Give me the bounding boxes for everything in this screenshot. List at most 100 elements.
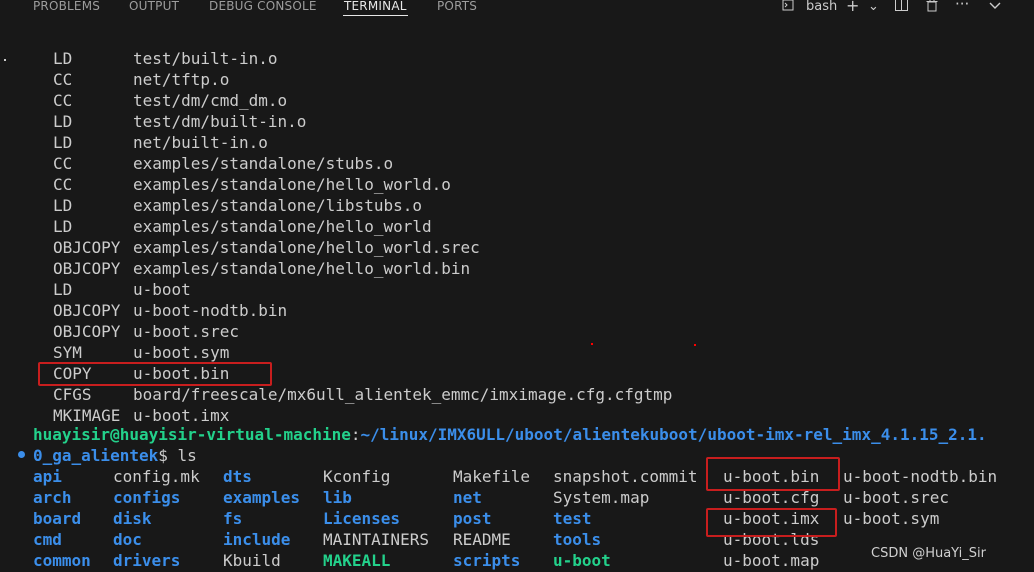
build-step-target: examples/standalone/libstubs.o: [133, 196, 422, 215]
prompt-path: ~/linux/IMX6ULL/uboot/alientekuboot/uboo…: [360, 425, 987, 444]
ls-entry-dir: common: [33, 551, 91, 570]
collapse-panel-chevron-icon[interactable]: [989, 0, 1001, 14]
tab-ports[interactable]: PORTS: [437, 0, 477, 13]
ls-entry-dir: examples: [223, 488, 301, 507]
build-step-target: board/freescale/mx6ull_alientek_emmc/imx…: [133, 385, 673, 404]
build-line: LD net/built-in.o: [53, 132, 268, 153]
ls-entry-file: Kbuild: [223, 551, 281, 570]
build-step-target: test/dm/cmd_dm.o: [133, 91, 288, 110]
build-step-type: LD: [53, 112, 73, 131]
ls-entry-file: u-boot-nodtb.bin: [843, 467, 998, 486]
ls-entry-dir: lib: [323, 488, 352, 507]
active-tab-indicator: [343, 15, 408, 16]
build-line: CC examples/standalone/stubs.o: [53, 153, 393, 174]
prompt-line-2: 0_ga_alientek$ ls: [33, 445, 197, 466]
build-line: MKIMAGE u-boot.imx: [53, 405, 229, 426]
kill-terminal-trash-icon[interactable]: [926, 0, 938, 16]
build-step-type: CC: [53, 91, 73, 110]
ls-entry-file: u-boot.srec: [843, 488, 949, 507]
ls-entry-dir: net: [453, 488, 482, 507]
build-step-type: LD: [53, 196, 73, 215]
build-step-type: OBJCOPY: [53, 322, 121, 341]
build-line: CC test/dm/cmd_dm.o: [53, 90, 287, 111]
prompt-line-1: huayisir@huayisir-virtual-machine:~/linu…: [33, 424, 987, 445]
ls-entry-dir: arch: [33, 488, 72, 507]
scroll-marker: [4, 59, 6, 61]
ls-entry-dir: tools: [553, 530, 602, 549]
ls-entry-exe: MAKEALL: [323, 551, 391, 570]
build-step-type: OBJCOPY: [53, 301, 121, 320]
build-line: LD u-boot: [53, 279, 191, 300]
build-step-type: CC: [53, 70, 73, 89]
terminal-output[interactable]: LD test/built-in.o CC net/tftp.o CC test/dm/c…: [0, 17, 1034, 572]
build-line: LD test/built-in.o: [53, 48, 278, 69]
tab-debug-console[interactable]: DEBUG CONSOLE: [209, 0, 317, 13]
ls-entry-file: System.map: [553, 488, 650, 507]
build-line: CC net/tftp.o: [53, 69, 229, 90]
prompt-user-host: huayisir@huayisir-virtual-machine: [33, 425, 351, 444]
ls-entry-dir: drivers: [113, 551, 181, 570]
ls-entry-dir: api: [33, 467, 62, 486]
ls-entry-file: u-boot.sym: [843, 509, 940, 528]
watermark: CSDN @HuaYi_Sir: [871, 546, 986, 561]
highlight-box-u-boot-imx: [706, 508, 837, 537]
build-line: SYM u-boot.sym: [53, 342, 229, 363]
new-terminal-dropdown-chevron-icon[interactable]: ⌄: [868, 0, 879, 14]
build-step-target: examples/standalone/hello_world.srec: [133, 238, 480, 257]
ls-entry-file: README: [453, 530, 511, 549]
build-step-type: CFGS: [53, 385, 92, 404]
build-line: LD examples/standalone/hello_world: [53, 216, 432, 237]
panel-tab-bar: PROBLEMS OUTPUT DEBUG CONSOLE TERMINAL P…: [0, 0, 1034, 17]
build-step-target: examples/standalone/hello_world.bin: [133, 259, 471, 278]
build-step-type: LD: [53, 49, 73, 68]
build-line: CFGS board/freescale/mx6ull_alientek_emmc…: [53, 384, 672, 405]
ls-entry-exe: u-boot: [553, 551, 611, 570]
build-step-type: LD: [53, 280, 73, 299]
tab-problems[interactable]: PROBLEMS: [33, 0, 100, 13]
build-line: OBJCOPY u-boot-nodtb.bin: [53, 300, 287, 321]
build-step-target: net/tftp.o: [133, 70, 230, 89]
build-step-type: CC: [53, 175, 73, 194]
new-terminal-plus-icon[interactable]: +: [846, 0, 859, 15]
build-line: LD test/dm/built-in.o: [53, 111, 306, 132]
build-step-target: test/built-in.o: [133, 49, 278, 68]
build-step-type: SYM: [53, 343, 82, 362]
build-step-target: examples/standalone/stubs.o: [133, 154, 394, 173]
terminal-icon: [782, 0, 794, 15]
build-line: LD examples/standalone/libstubs.o: [53, 195, 422, 216]
build-step-type: LD: [53, 217, 73, 236]
build-step-type: OBJCOPY: [53, 259, 121, 278]
build-line: OBJCOPY u-boot.srec: [53, 321, 239, 342]
build-step-type: CC: [53, 154, 73, 173]
tab-terminal[interactable]: TERMINAL: [344, 0, 407, 13]
ls-entry-file: Makefile: [453, 467, 531, 486]
ls-entry-dir: test: [553, 509, 592, 528]
ls-entry-dir: include: [223, 530, 291, 549]
ls-entry-dir: doc: [113, 530, 142, 549]
build-step-target: examples/standalone/hello_world.o: [133, 175, 451, 194]
command-decoration-dot-icon[interactable]: [18, 451, 25, 458]
ls-entry-dir: board: [33, 509, 82, 528]
ls-entry-dir: Licenses: [323, 509, 401, 528]
shell-selector[interactable]: bash: [806, 0, 837, 14]
ls-entry-file: config.mk: [113, 467, 200, 486]
prompt-separator: :: [350, 425, 361, 444]
build-step-type: LD: [53, 133, 73, 152]
ls-entry-dir: cmd: [33, 530, 62, 549]
build-line: OBJCOPY examples/standalone/hello_world.s…: [53, 237, 480, 258]
build-step-target: test/dm/built-in.o: [133, 112, 307, 131]
prompt-path-continued: 0_ga_alientek: [33, 446, 159, 465]
tab-output[interactable]: OUTPUT: [129, 0, 179, 13]
build-step-type: OBJCOPY: [53, 238, 121, 257]
ls-entry-file: Kconfig: [323, 467, 391, 486]
build-step-target: u-boot.sym: [133, 343, 230, 362]
build-step-target: net/built-in.o: [133, 133, 268, 152]
build-step-target: examples/standalone/hello_world: [133, 217, 432, 236]
split-terminal-icon[interactable]: [895, 0, 908, 15]
ls-entry-dir: scripts: [453, 551, 521, 570]
ls-entry-dir: configs: [113, 488, 181, 507]
more-actions-icon[interactable]: ···: [955, 0, 969, 13]
build-step-target: u-boot: [133, 280, 191, 299]
highlight-box-copy-line: [38, 362, 272, 386]
ls-entry-file: MAINTAINERS: [323, 530, 429, 549]
